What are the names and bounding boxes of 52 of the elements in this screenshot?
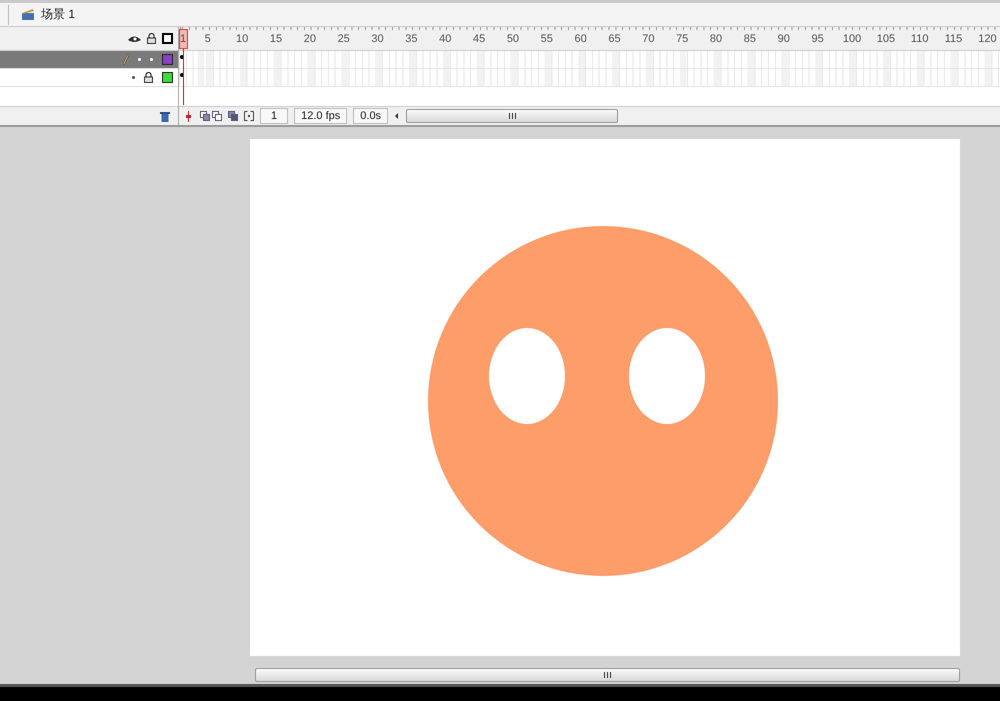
frame-number: 105 [876,33,896,45]
clapperboard-icon [21,8,35,21]
frame-number: 1 [180,33,186,45]
frame-ruler[interactable]: 1 5 10 15 20 25 30 35 40 45 50 55 60 65 70 75 80 85 90 95 100 105 110 115 120 [179,27,1000,51]
frame-number: 95 [811,33,824,45]
frame-number: 80 [710,33,722,45]
markers-icon[interactable] [244,111,254,121]
scroll-left-icon[interactable] [394,113,400,119]
frame-number: 65 [608,33,621,45]
frame-number: 45 [472,33,486,45]
playhead[interactable] [179,29,188,49]
outline-icon[interactable] [162,33,173,44]
visible-dot[interactable] [138,58,141,61]
edit-frames-icon[interactable] [228,111,238,121]
frame-number: 110 [910,33,928,45]
frame-number: 90 [778,33,790,45]
frame-number: 55 [540,33,553,45]
frame-number: 75 [676,33,688,45]
frame-number: 20 [304,33,316,45]
frame-number: 40 [439,33,452,45]
frame-number: 30 [371,33,384,45]
onion-skin-icon[interactable] [200,111,222,121]
scene-name[interactable]: 场景 1 [41,6,76,23]
frame-number: 120 [978,33,997,45]
frame-number: 15 [270,33,282,45]
frame-number: 100 [842,33,862,45]
outline-swatch[interactable] [162,54,173,65]
frame-number: 115 [944,33,962,45]
frame-number: 60 [574,33,587,45]
outline-swatch[interactable] [162,72,173,83]
frame-number: 10 [236,33,248,45]
timeline-scrollbar[interactable] [406,109,618,123]
eye-icon[interactable] [128,34,141,42]
frame-rate-field[interactable]: 12.0 fps [294,108,348,124]
frame-number: 25 [338,33,350,45]
trash-icon[interactable] [160,110,170,122]
grip-icon [604,672,611,678]
lock-icon[interactable] [144,72,153,83]
unlocked-dot[interactable] [150,58,153,61]
frame-number: 50 [506,33,520,45]
frame-number: 70 [642,33,654,45]
frame-number: 5 [204,33,211,45]
elapsed-time-field[interactable]: 0.0s [353,108,388,124]
stage-scrollbar[interactable] [255,668,960,682]
frame-number: 35 [405,33,418,45]
frame-number: 85 [744,33,756,45]
lock-icon[interactable] [147,33,156,44]
grip-icon [508,113,516,119]
playhead-line [183,47,184,105]
layer-row[interactable] [0,69,178,87]
current-frame-field[interactable]: 1 [260,108,288,124]
visible-dot[interactable] [132,76,135,79]
